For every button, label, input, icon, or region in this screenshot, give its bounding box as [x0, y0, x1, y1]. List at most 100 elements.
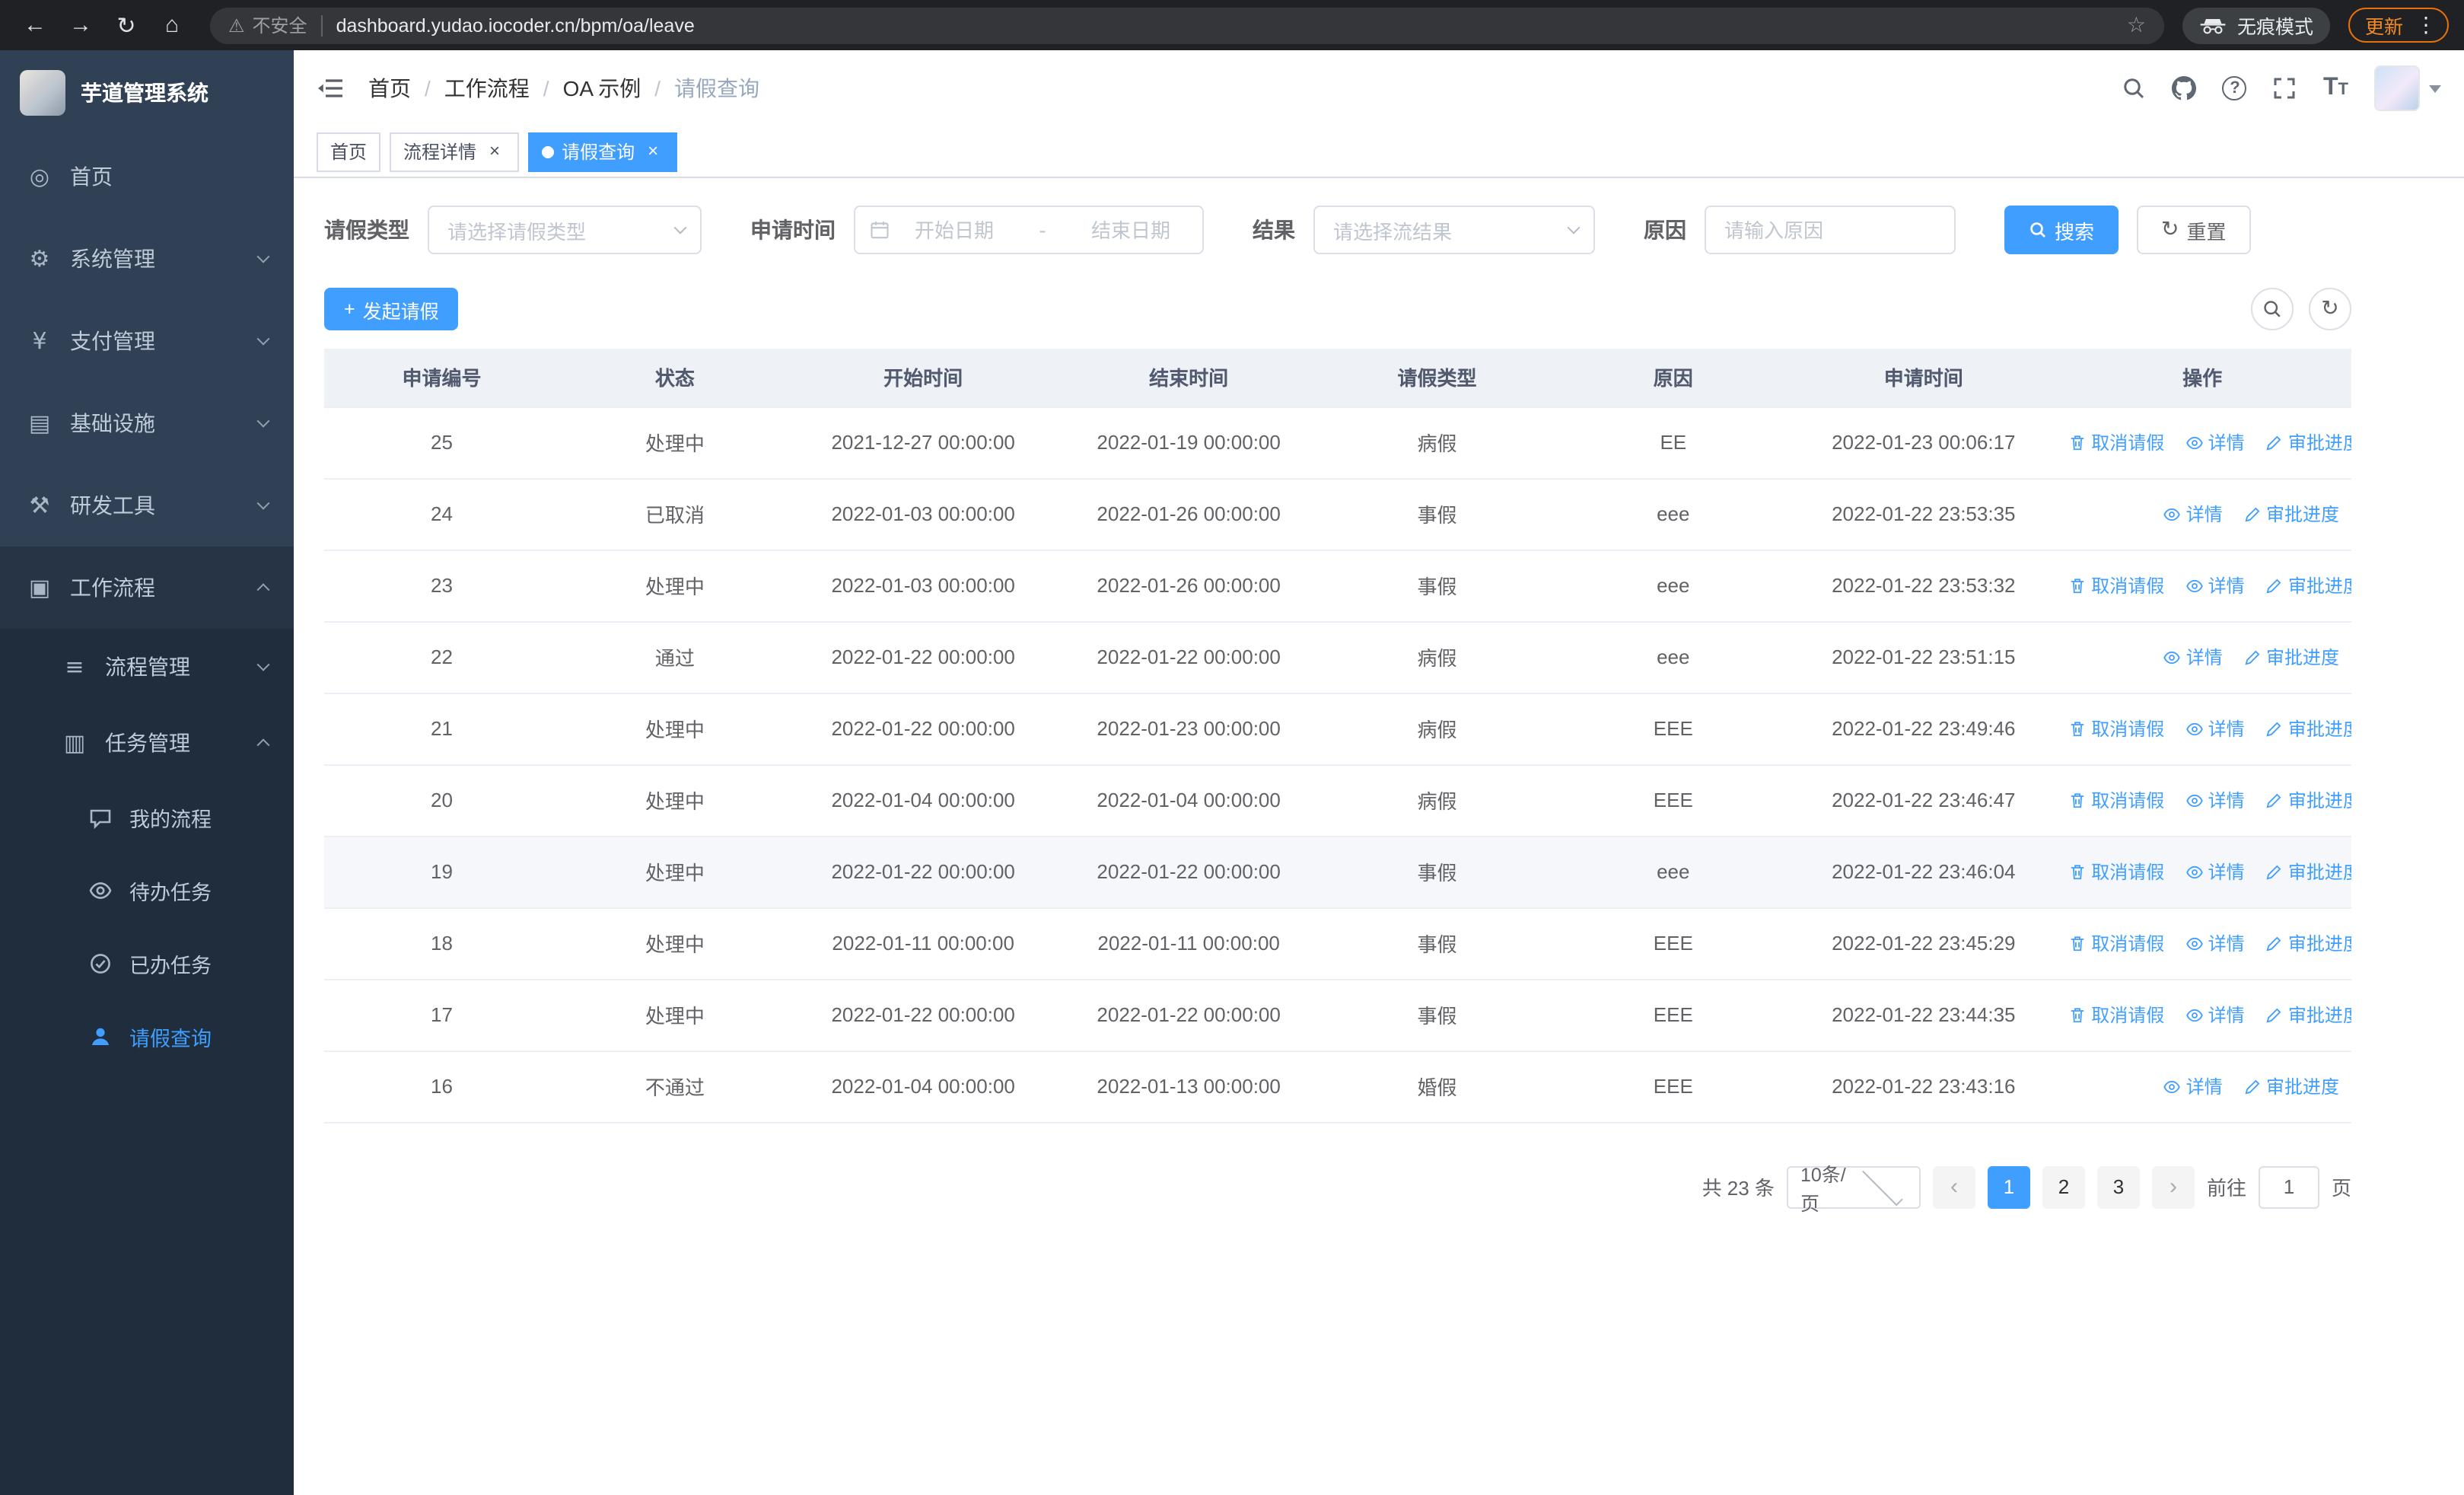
- tab-leave-query[interactable]: 请假查询 ×: [528, 132, 678, 171]
- browser-reload-button[interactable]: ↻: [107, 5, 146, 45]
- browser-forward-button[interactable]: →: [61, 5, 100, 45]
- github-link[interactable]: [2172, 76, 2197, 100]
- font-size-button[interactable]: T T: [2323, 75, 2348, 100]
- chevron-down-icon: [256, 414, 270, 428]
- next-page-button[interactable]: ›: [2151, 1165, 2195, 1208]
- progress-link[interactable]: 审批进度: [2243, 501, 2339, 527]
- search-icon: [2125, 78, 2145, 99]
- close-icon[interactable]: ×: [642, 140, 664, 162]
- detail-link[interactable]: 详情: [2185, 787, 2245, 813]
- reason-input[interactable]: [1705, 206, 1956, 254]
- detail-link[interactable]: 详情: [2185, 859, 2245, 885]
- goto-suffix: 页: [2331, 1177, 2351, 1200]
- page-button-1[interactable]: 1: [1987, 1165, 2030, 1208]
- app-logo[interactable]: 芋道管理系统: [0, 50, 294, 135]
- cancel-leave-link[interactable]: 取消请假: [2068, 1002, 2164, 1028]
- detail-link[interactable]: 详情: [2185, 930, 2245, 956]
- breadcrumb-item[interactable]: 工作流程: [444, 73, 530, 104]
- goto-page-input[interactable]: [2258, 1165, 2319, 1208]
- browser-update-button[interactable]: 更新 ⋮: [2348, 8, 2449, 43]
- sidebar-item-process-management[interactable]: ≡ 流程管理: [0, 629, 294, 705]
- detail-link[interactable]: 详情: [2185, 572, 2245, 598]
- address-bar[interactable]: ⚠ 不安全 dashboard.yudao.iocoder.cn/bpm/oa/…: [210, 7, 2164, 43]
- table-toolbar: + 发起请假 ↻: [324, 288, 2351, 330]
- sidebar-item-devtools[interactable]: ⚒ 研发工具: [0, 464, 294, 547]
- chevron-up-icon: [256, 583, 270, 597]
- sidebar-toggle-button[interactable]: [317, 75, 344, 102]
- start-date-input[interactable]: [896, 218, 1012, 241]
- cancel-leave-link[interactable]: 取消请假: [2068, 930, 2164, 956]
- detail-link[interactable]: 详情: [2185, 429, 2245, 455]
- sidebar-item-home[interactable]: ◎ 首页: [0, 135, 294, 218]
- cancel-leave-link[interactable]: 取消请假: [2068, 572, 2164, 598]
- progress-link[interactable]: 审批进度: [2265, 787, 2351, 813]
- browser-back-button[interactable]: ←: [15, 5, 55, 45]
- date-range-picker[interactable]: -: [854, 206, 1204, 254]
- detail-link[interactable]: 详情: [2185, 1002, 2245, 1028]
- breadcrumb-item[interactable]: 首页: [368, 73, 411, 104]
- fullscreen-button[interactable]: [2273, 76, 2297, 100]
- sidebar-item-workflow[interactable]: ▣ 工作流程: [0, 547, 294, 629]
- bookmark-star-icon[interactable]: ☆: [2127, 12, 2146, 38]
- detail-link[interactable]: 详情: [2163, 644, 2223, 670]
- table-row[interactable]: 18 处理中 2022-01-11 00:00:00 2022-01-11 00…: [324, 907, 2351, 980]
- progress-link[interactable]: 审批进度: [2265, 429, 2351, 455]
- sidebar-item-done-tasks[interactable]: 已办任务: [0, 927, 294, 1000]
- create-leave-button[interactable]: + 发起请假: [324, 288, 459, 330]
- table-row[interactable]: 19 处理中 2022-01-22 00:00:00 2022-01-22 00…: [324, 836, 2351, 908]
- reset-button[interactable]: ↻ 重置: [2137, 206, 2251, 254]
- search-button[interactable]: 搜索: [2004, 206, 2119, 254]
- cancel-leave-link[interactable]: 取消请假: [2068, 859, 2164, 885]
- help-button[interactable]: ?: [2222, 76, 2247, 100]
- browser-home-button[interactable]: ⌂: [152, 5, 192, 45]
- cancel-leave-link[interactable]: 取消请假: [2068, 429, 2164, 455]
- table-row[interactable]: 17 处理中 2022-01-22 00:00:00 2022-01-22 00…: [324, 979, 2351, 1051]
- table-row[interactable]: 24 已取消 2022-01-03 00:00:00 2022-01-26 00…: [324, 478, 2351, 550]
- sidebar-item-payment[interactable]: ¥ 支付管理: [0, 300, 294, 382]
- tab-home[interactable]: 首页: [317, 132, 381, 171]
- table-row[interactable]: 16 不通过 2022-01-04 00:00:00 2022-01-13 00…: [324, 1050, 2351, 1123]
- page-button-2[interactable]: 2: [2042, 1165, 2085, 1208]
- progress-link[interactable]: 审批进度: [2265, 716, 2351, 741]
- sidebar-item-infrastructure[interactable]: ▤ 基础设施: [0, 382, 294, 464]
- cancel-leave-link[interactable]: 取消请假: [2068, 716, 2164, 741]
- security-chip[interactable]: ⚠ 不安全: [228, 12, 307, 38]
- toggle-search-button[interactable]: [2251, 288, 2294, 330]
- table-row[interactable]: 23 处理中 2022-01-03 00:00:00 2022-01-26 00…: [324, 550, 2351, 622]
- detail-link[interactable]: 详情: [2185, 716, 2245, 741]
- close-icon[interactable]: ×: [484, 140, 505, 162]
- browser-menu-icon[interactable]: ⋮: [2412, 12, 2440, 38]
- progress-link[interactable]: 审批进度: [2265, 859, 2351, 885]
- detail-link[interactable]: 详情: [2163, 1073, 2223, 1099]
- sidebar-item-task-management[interactable]: ▥ 任务管理: [0, 705, 294, 781]
- task-submenu: 我的流程 待办任务 已办任务 请假查询: [0, 781, 294, 1073]
- progress-link[interactable]: 审批进度: [2265, 572, 2351, 598]
- detail-link[interactable]: 详情: [2163, 501, 2223, 527]
- table-row[interactable]: 22 通过 2022-01-22 00:00:00 2022-01-22 00:…: [324, 621, 2351, 693]
- prev-page-button[interactable]: ‹: [1932, 1165, 1975, 1208]
- table-row[interactable]: 25 处理中 2021-12-27 00:00:00 2022-01-19 00…: [324, 406, 2351, 479]
- page-button-3[interactable]: 3: [2096, 1165, 2140, 1208]
- refresh-table-button[interactable]: ↻: [2309, 288, 2351, 330]
- progress-link[interactable]: 审批进度: [2265, 1002, 2351, 1028]
- page-size-select[interactable]: 10条/页: [1786, 1164, 1921, 1214]
- breadcrumb-item[interactable]: OA 示例: [563, 73, 641, 104]
- table-row[interactable]: 21 处理中 2022-01-22 00:00:00 2022-01-23 00…: [324, 693, 2351, 765]
- sidebar-item-system[interactable]: ⚙ 系统管理: [0, 218, 294, 300]
- cancel-leave-link[interactable]: 取消请假: [2068, 787, 2164, 813]
- result-select[interactable]: 请选择流结果: [1313, 206, 1595, 254]
- user-menu[interactable]: [2374, 65, 2441, 111]
- progress-link[interactable]: 审批进度: [2243, 644, 2339, 670]
- progress-link[interactable]: 审批进度: [2265, 930, 2351, 956]
- sidebar-item-todo-tasks[interactable]: 待办任务: [0, 854, 294, 927]
- table-row[interactable]: 20 处理中 2022-01-04 00:00:00 2022-01-04 00…: [324, 764, 2351, 837]
- tab-process-detail[interactable]: 流程详情 ×: [390, 132, 520, 171]
- cell-apply-no: 22: [324, 621, 559, 693]
- header-search-button[interactable]: [2122, 76, 2147, 100]
- leave-type-select[interactable]: 请选择请假类型: [428, 206, 702, 254]
- sidebar-item-my-process[interactable]: 我的流程: [0, 781, 294, 854]
- sidebar-item-leave-query[interactable]: 请假查询: [0, 1000, 294, 1073]
- incognito-badge: 无痕模式: [2182, 7, 2330, 43]
- progress-link[interactable]: 审批进度: [2243, 1073, 2339, 1099]
- end-date-input[interactable]: [1073, 218, 1189, 241]
